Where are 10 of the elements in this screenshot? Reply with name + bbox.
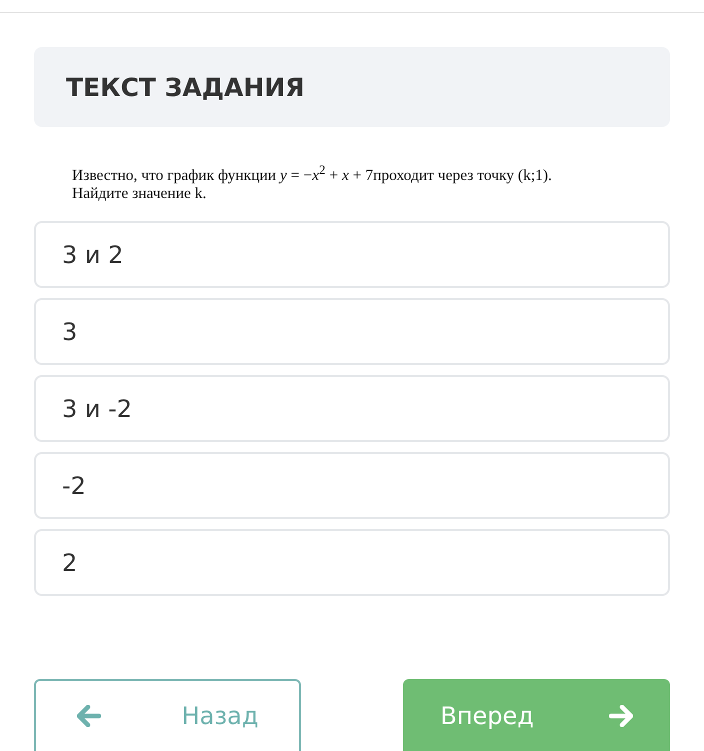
left-arrow-icon bbox=[76, 705, 101, 728]
answer-option[interactable]: -2 bbox=[34, 452, 670, 520]
answer-option[interactable]: 2 bbox=[34, 529, 670, 596]
right-arrow-icon bbox=[608, 705, 633, 728]
question-text: Найдите значение k. bbox=[72, 185, 208, 204]
answer-option[interactable]: 3 и -2 bbox=[34, 375, 670, 442]
task-header-title: ТЕКСТ ЗАДАНИЯ bbox=[66, 72, 304, 102]
answer-option[interactable]: 3 bbox=[34, 298, 670, 366]
answer-option[interactable]: 3 и 2 bbox=[34, 221, 670, 288]
question-text: Известно, что график функции y = −x$^{2}$ + x + 7проходит через точку (k;1). bbox=[72, 161, 553, 186]
